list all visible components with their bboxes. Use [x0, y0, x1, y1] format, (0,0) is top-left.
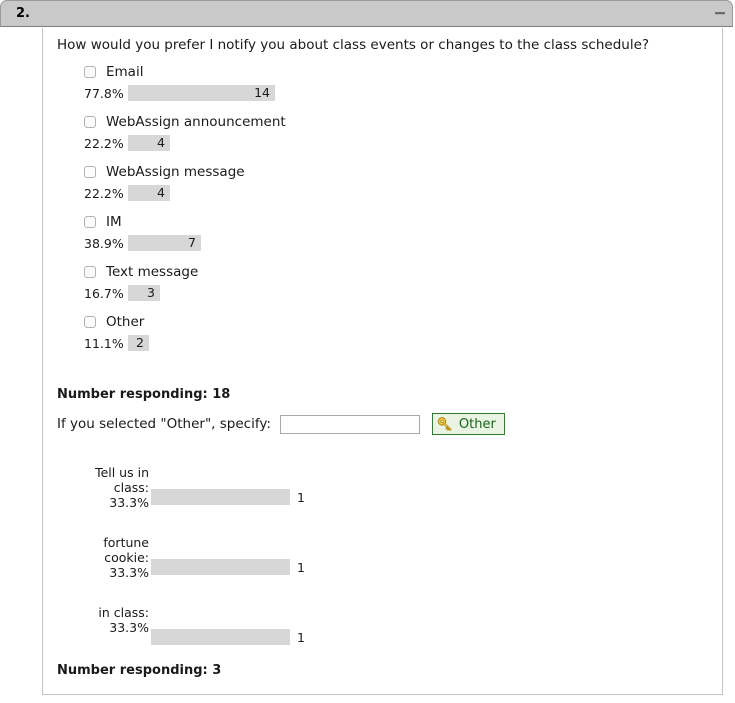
option-bar: 7 — [128, 235, 201, 251]
option-label: Email — [106, 64, 144, 80]
option-label: WebAssign message — [106, 164, 245, 180]
option-percent: 22.2% — [84, 185, 124, 201]
panel-number: 2. — [16, 6, 30, 21]
free-response-bar — [151, 559, 290, 575]
free-response-text: in class: — [98, 605, 149, 620]
other-specify-row: If you selected "Other", specify: Other — [57, 413, 505, 435]
number-responding-secondary: Number responding: 3 — [57, 663, 222, 678]
free-response-meter: 1 — [151, 559, 305, 575]
option-checkbox[interactable] — [84, 216, 96, 228]
other-specify-input[interactable] — [279, 414, 420, 434]
other-submit-button-label: Other — [458, 416, 496, 432]
option-percent: 77.8% — [84, 85, 124, 101]
option-checkbox[interactable] — [84, 266, 96, 278]
free-response-row: Tell us in class: 33.3% 1 — [43, 465, 722, 535]
question-text: How would you prefer I notify you about … — [57, 37, 650, 53]
option-meter: 11.1% 2 — [84, 335, 149, 351]
option-bar: 14 — [128, 85, 275, 101]
number-responding-primary: Number responding: 18 — [57, 387, 231, 402]
option-meter: 22.2% 4 — [84, 135, 170, 151]
free-response-label: Tell us in class: 33.3% — [83, 465, 149, 510]
option-label: IM — [106, 214, 122, 230]
free-response-percent: 33.3% — [109, 495, 149, 510]
option-row: WebAssign message 22.2% 4 — [43, 164, 722, 214]
option-list: Email 77.8% 14 WebAssign announcement 22.2% 4… — [43, 64, 722, 364]
free-response-meter: 1 — [151, 629, 305, 645]
option-checkbox[interactable] — [84, 116, 96, 128]
option-label: WebAssign announcement — [106, 114, 286, 130]
option-header: Text message — [84, 264, 198, 280]
option-row: Other 11.1% 2 — [43, 314, 722, 364]
option-row: IM 38.9% 7 — [43, 214, 722, 264]
option-row: Text message 16.7% 3 — [43, 264, 722, 314]
free-response-percent: 33.3% — [109, 565, 149, 580]
free-response-percent: 33.3% — [109, 620, 149, 635]
panel-body: How would you prefer I notify you about … — [42, 28, 723, 695]
option-meter: 16.7% 3 — [84, 285, 160, 301]
free-response-count: 1 — [297, 559, 305, 575]
option-checkbox[interactable] — [84, 166, 96, 178]
free-response-label: in class: 33.3% — [83, 605, 149, 635]
option-header: WebAssign message — [84, 164, 245, 180]
option-checkbox[interactable] — [84, 316, 96, 328]
other-submit-button[interactable]: Other — [431, 413, 505, 435]
free-response-bar — [151, 489, 290, 505]
option-percent: 16.7% — [84, 285, 124, 301]
option-meter: 22.2% 4 — [84, 185, 170, 201]
free-response-text: Tell us in class: — [95, 465, 149, 495]
free-response-text: fortune cookie: — [103, 535, 149, 565]
option-count: 2 — [136, 335, 144, 350]
option-meter: 77.8% 14 — [84, 85, 275, 101]
option-label: Other — [106, 314, 145, 330]
option-meter: 38.9% 7 — [84, 235, 201, 251]
option-header: Other — [84, 314, 144, 330]
minus-icon-glyph — [715, 12, 725, 15]
free-response-count: 1 — [297, 629, 305, 645]
panel-header: 2. — [0, 0, 733, 27]
option-count: 14 — [254, 85, 270, 100]
option-row: WebAssign announcement 22.2% 4 — [43, 114, 722, 164]
option-count: 4 — [157, 135, 165, 150]
option-checkbox[interactable] — [84, 66, 96, 78]
free-response-bar — [151, 629, 290, 645]
option-label: Text message — [106, 264, 199, 280]
option-percent: 11.1% — [84, 335, 124, 351]
free-response-count: 1 — [297, 489, 305, 505]
free-response-label: fortune cookie: 33.3% — [83, 535, 149, 580]
option-percent: 22.2% — [84, 135, 124, 151]
option-percent: 38.9% — [84, 235, 124, 251]
free-response-meter: 1 — [151, 489, 305, 505]
option-header: WebAssign announcement — [84, 114, 286, 130]
other-specify-label: If you selected "Other", specify: — [57, 416, 271, 432]
option-header: IM — [84, 214, 122, 230]
free-response-list: Tell us in class: 33.3% 1 fortune cookie: … — [43, 465, 722, 675]
minus-icon[interactable] — [715, 12, 725, 16]
option-bar: 2 — [128, 335, 149, 351]
option-count: 4 — [157, 185, 165, 200]
option-bar: 4 — [128, 185, 170, 201]
free-response-row: fortune cookie: 33.3% 1 — [43, 535, 722, 605]
option-header: Email — [84, 64, 143, 80]
option-bar: 3 — [128, 285, 160, 301]
key-icon — [437, 416, 453, 432]
option-bar: 4 — [128, 135, 170, 151]
option-count: 7 — [188, 235, 196, 250]
option-count: 3 — [147, 285, 155, 300]
option-row: Email 77.8% 14 — [43, 64, 722, 114]
